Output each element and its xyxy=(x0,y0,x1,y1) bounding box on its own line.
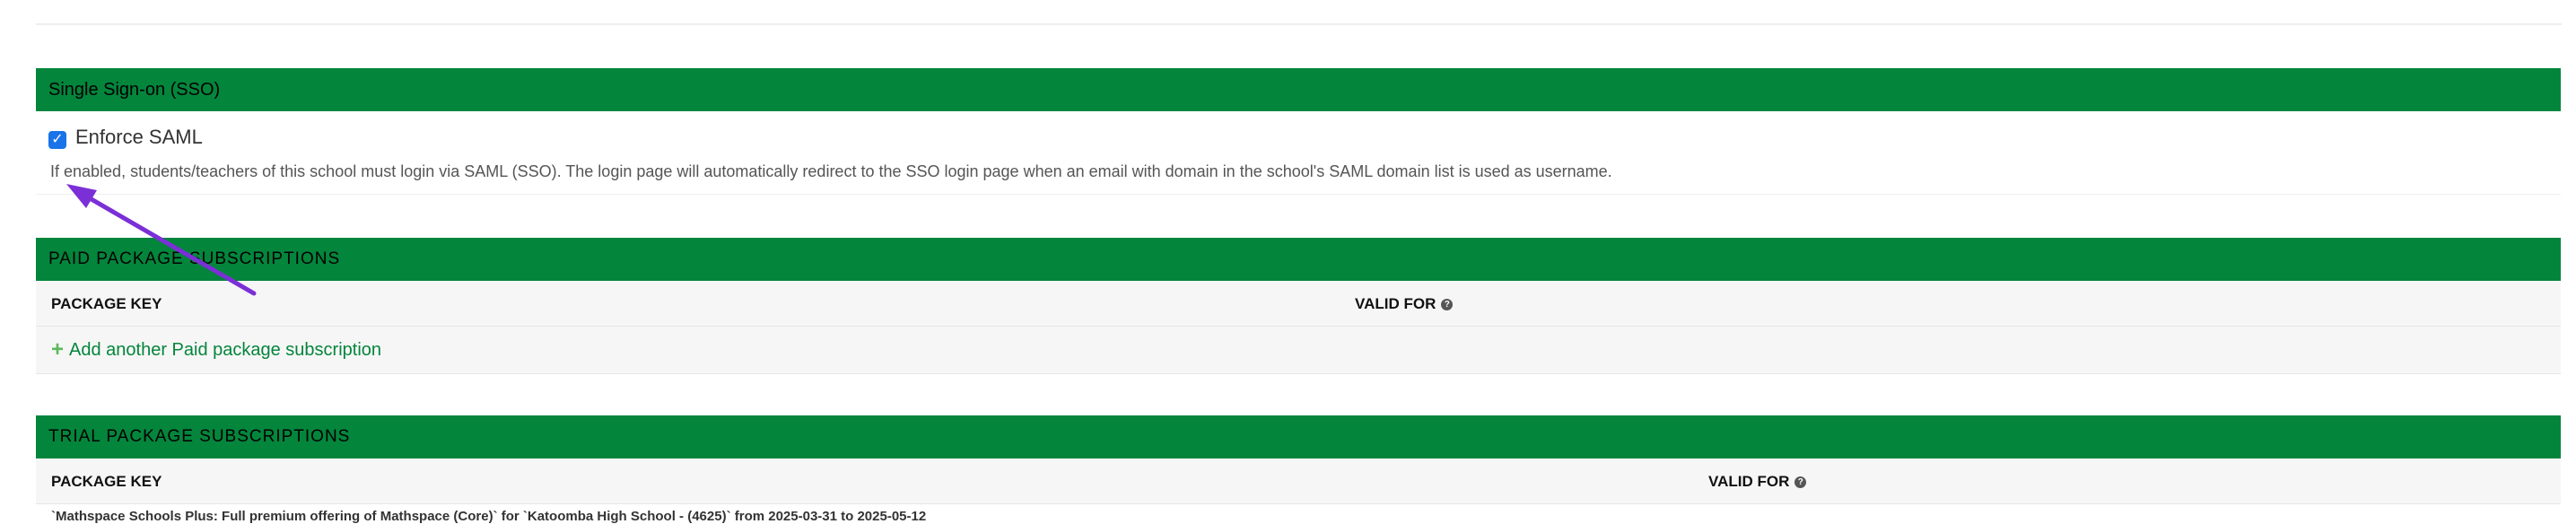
paid-col-package-key: PACKAGE KEY xyxy=(51,295,162,312)
trial-subscriptions-header: TRIAL PACKAGE SUBSCRIPTIONS xyxy=(36,415,2561,458)
paid-table-header: PACKAGE KEY VALID FOR? xyxy=(36,281,2561,327)
trial-col-package-key: PACKAGE KEY xyxy=(51,473,162,490)
plus-icon: + xyxy=(51,337,65,362)
trial-subscriptions-module: TRIAL PACKAGE SUBSCRIPTIONS PACKAGE KEY … xyxy=(36,415,2561,524)
sso-module: Single Sign-on (SSO) ✓ Enforce SAML If e… xyxy=(36,68,2561,195)
paid-add-row: + Add another Paid package subscription xyxy=(36,327,2561,374)
paid-subscriptions-module: PAID PACKAGE SUBSCRIPTIONS PACKAGE KEY V… xyxy=(36,238,2561,374)
top-divider xyxy=(36,23,2562,25)
paid-col-valid-for: VALID FOR? xyxy=(1355,295,1454,313)
sso-header: Single Sign-on (SSO) xyxy=(36,68,2561,111)
help-icon[interactable]: ? xyxy=(1441,299,1454,310)
trial-col-valid-for: VALID FOR? xyxy=(1708,473,1807,491)
trial-table-header: PACKAGE KEY VALID FOR? xyxy=(36,458,2561,504)
enforce-saml-row: ✓ Enforce SAML xyxy=(48,126,203,149)
enforce-saml-help-text: If enabled, students/teachers of this sc… xyxy=(50,162,1612,180)
enforce-saml-label[interactable]: Enforce SAML xyxy=(75,126,203,149)
add-paid-subscription-link[interactable]: + Add another Paid package subscription xyxy=(51,339,381,361)
add-paid-subscription-label: Add another Paid package subscription xyxy=(69,339,382,360)
sso-body: ✓ Enforce SAML If enabled, students/teac… xyxy=(36,111,2561,195)
paid-subscriptions-header: PAID PACKAGE SUBSCRIPTIONS xyxy=(36,238,2561,281)
help-icon[interactable]: ? xyxy=(1794,476,1807,488)
trial-row-text: `Mathspace Schools Plus: Full premium of… xyxy=(51,509,927,524)
enforce-saml-checkbox[interactable]: ✓ xyxy=(48,131,66,149)
